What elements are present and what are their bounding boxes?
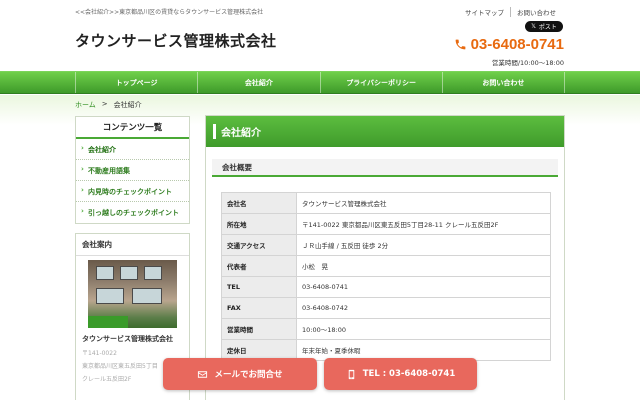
page-title: 会社紹介 bbox=[206, 116, 564, 147]
table-row: 交通アクセス ＪＲ山手線 / 五反田 徒歩 2分 bbox=[221, 234, 551, 256]
row-value: 小松 晃 bbox=[296, 255, 551, 277]
table-row: 会社名 タウンサービス管理株式会社 bbox=[221, 192, 551, 214]
row-label: FAX bbox=[221, 297, 297, 319]
sitemap-link[interactable]: サイトマップ bbox=[459, 7, 510, 17]
contents-title: コンテンツ一覧 bbox=[76, 117, 189, 139]
row-value: 03-6408-0741 bbox=[296, 276, 551, 298]
sidebar-item-moving-points[interactable]: 引っ越しのチェックポイント bbox=[76, 202, 189, 223]
company-table: 会社名 タウンサービス管理株式会社 所在地 〒141-0022 東京都品川区東五反田… bbox=[221, 192, 551, 361]
mail-icon bbox=[198, 370, 208, 378]
breadcrumb-separator: > bbox=[101, 100, 108, 108]
row-value: タウンサービス管理株式会社 bbox=[296, 192, 551, 214]
nav-privacy[interactable]: プライバシーポリシー bbox=[319, 72, 442, 93]
row-value: 10:00～18:00 bbox=[296, 318, 551, 340]
sidebar-item-viewing-points[interactable]: 内見時のチェックポイント bbox=[76, 181, 189, 202]
office-photo bbox=[88, 260, 177, 328]
phone-number[interactable]: 03-6408-0741 bbox=[471, 36, 564, 53]
contact-link[interactable]: お問い合わせ bbox=[510, 7, 562, 17]
contents-menu: コンテンツ一覧 会社紹介 不動産用語集 内見時のチェックポイント 引っ越しのチェ… bbox=[75, 116, 190, 224]
breadcrumb: ホーム > 会社紹介 bbox=[75, 100, 142, 110]
row-label: TEL bbox=[221, 276, 297, 298]
breadcrumb-current: 会社紹介 bbox=[113, 101, 142, 109]
table-row: 営業時間 10:00～18:00 bbox=[221, 318, 551, 340]
row-label: 代表者 bbox=[221, 255, 297, 277]
nav-contact[interactable]: お問い合わせ bbox=[441, 72, 565, 93]
table-row: 所在地 〒141-0022 東京都品川区東五反田5丁目28-11 クレール五反田2… bbox=[221, 213, 551, 235]
section-title: 会社概要 bbox=[212, 159, 558, 177]
table-row: FAX 03-6408-0742 bbox=[221, 297, 551, 319]
row-label: 所在地 bbox=[221, 213, 297, 235]
mail-contact-label: メールでお問合せ bbox=[214, 370, 283, 380]
sidebar-item-glossary[interactable]: 不動産用語集 bbox=[76, 160, 189, 181]
row-label: 交通アクセス bbox=[221, 234, 297, 256]
tel-contact-label: TEL : 03-6408-0741 bbox=[362, 369, 456, 379]
nav-top[interactable]: トップページ bbox=[75, 72, 197, 93]
row-label: 会社名 bbox=[221, 192, 297, 214]
row-value: ＪＲ山手線 / 五反田 徒歩 2分 bbox=[296, 234, 551, 256]
mail-contact-button[interactable]: メールでお問合せ bbox=[163, 358, 317, 390]
sidebar-item-company[interactable]: 会社紹介 bbox=[76, 139, 189, 160]
x-post-label: ポスト bbox=[538, 24, 557, 31]
nav-company[interactable]: 会社紹介 bbox=[197, 72, 319, 93]
breadcrumb-home[interactable]: ホーム bbox=[75, 100, 96, 110]
business-hours: 営業時間/10:00～18:00 bbox=[491, 59, 564, 67]
x-logo-icon: 𝕏 bbox=[531, 23, 536, 30]
global-nav: トップページ 会社紹介 プライバシーポリシー お問い合わせ bbox=[0, 71, 640, 94]
table-row: TEL 03-6408-0741 bbox=[221, 276, 551, 298]
row-value: 03-6408-0742 bbox=[296, 297, 551, 319]
row-label: 営業時間 bbox=[221, 318, 297, 340]
company-info-title: 会社案内 bbox=[76, 234, 189, 256]
tel-contact-button[interactable]: TEL : 03-6408-0741 bbox=[324, 358, 477, 390]
mobile-phone-icon bbox=[348, 369, 354, 379]
row-value: 〒141-0022 東京都品川区東五反田5丁目28-11 クレール五反田2F bbox=[296, 213, 551, 235]
phone-icon bbox=[455, 39, 465, 50]
header-phone: 03-6408-0741 bbox=[454, 36, 564, 53]
x-post-button[interactable]: 𝕏 ポスト bbox=[525, 21, 563, 32]
table-row: 代表者 小松 晃 bbox=[221, 255, 551, 277]
site-tagline: <<会社紹介>>東京都品川区の賃貸ならタウンサービス管理株式会社 bbox=[75, 9, 264, 16]
utility-links: サイトマップ お問い合わせ bbox=[459, 7, 562, 17]
site-logo[interactable]: タウンサービス管理株式会社 bbox=[75, 30, 277, 51]
company-info-name: タウンサービス管理株式会社 bbox=[82, 335, 173, 343]
